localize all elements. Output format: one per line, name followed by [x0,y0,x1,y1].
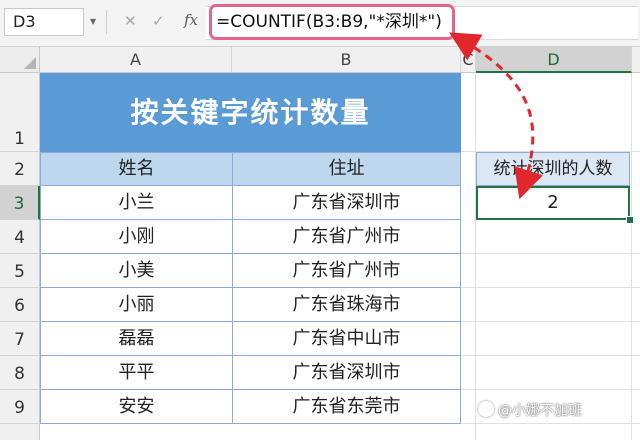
watermark: @小娜不加班 [498,403,582,419]
watermark-logo-icon [478,401,494,417]
result-value-cell[interactable]: 2 [476,186,630,220]
row-header-9[interactable]: 9 [0,390,40,424]
fill-handle[interactable] [626,216,634,224]
cancel-icon[interactable]: ✕ [124,12,137,30]
gridline [461,355,640,356]
gridline [461,253,640,254]
row-header-7[interactable]: 7 [0,322,40,356]
address-cell[interactable]: 广东省广州市 [232,220,461,254]
column-header-e[interactable] [632,47,640,73]
row-header-8[interactable]: 8 [0,356,40,390]
row-header-4[interactable]: 4 [0,220,40,254]
gridline [461,321,640,322]
address-cell[interactable]: 广东省广州市 [232,254,461,288]
address-cell[interactable]: 广东省珠海市 [232,288,461,322]
formula-bar-separator [106,10,107,34]
address-cell[interactable]: 广东省深圳市 [232,356,461,390]
gridline [475,73,476,440]
select-all-triangle-icon [24,57,36,69]
row-header-2[interactable]: 2 [0,152,40,186]
header-address-cell[interactable]: 住址 [232,152,461,186]
gridline [461,287,640,288]
formula-input[interactable]: =COUNTIF(B3:B9,"*深圳*") [209,4,455,40]
enter-check-icon[interactable]: ✓ [152,12,165,30]
row-header-6[interactable]: 6 [0,288,40,322]
insert-function-icon[interactable]: fx [184,11,198,29]
result-label-cell[interactable]: 统计深圳的人数 [476,152,630,186]
select-all-corner[interactable] [0,47,40,73]
name-cell[interactable]: 小兰 [40,186,233,220]
name-box[interactable]: D3 [4,8,84,36]
header-name-cell[interactable]: 姓名 [40,152,233,186]
gridline [631,73,632,440]
address-cell[interactable]: 广东省中山市 [232,322,461,356]
name-cell[interactable]: 安安 [40,390,233,424]
gridline [461,389,640,390]
address-cell[interactable]: 广东省深圳市 [232,186,461,220]
name-cell[interactable]: 小刚 [40,220,233,254]
row-header-1[interactable]: 1 [0,73,40,152]
column-header-b[interactable]: B [232,47,461,73]
row-header-3[interactable]: 3 [0,186,40,220]
column-header-c[interactable]: C [461,47,476,73]
row-header-5[interactable]: 5 [0,254,40,288]
row-header-10[interactable] [0,424,40,440]
name-cell[interactable]: 小丽 [40,288,233,322]
name-cell[interactable]: 磊磊 [40,322,233,356]
column-header-a[interactable]: A [40,47,232,73]
name-box-dropdown-icon[interactable]: ▾ [90,14,96,28]
formula-bar: D3 ▾ ✕ ✓ fx =COUNTIF(B3:B9,"*深圳*") [0,0,640,47]
column-header-d[interactable]: D [476,47,632,73]
name-cell[interactable]: 平平 [40,356,233,390]
address-cell[interactable]: 广东省东莞市 [232,390,461,424]
name-cell[interactable]: 小美 [40,254,233,288]
sheet-title-cell[interactable]: 按关键字统计数量 [40,73,461,152]
